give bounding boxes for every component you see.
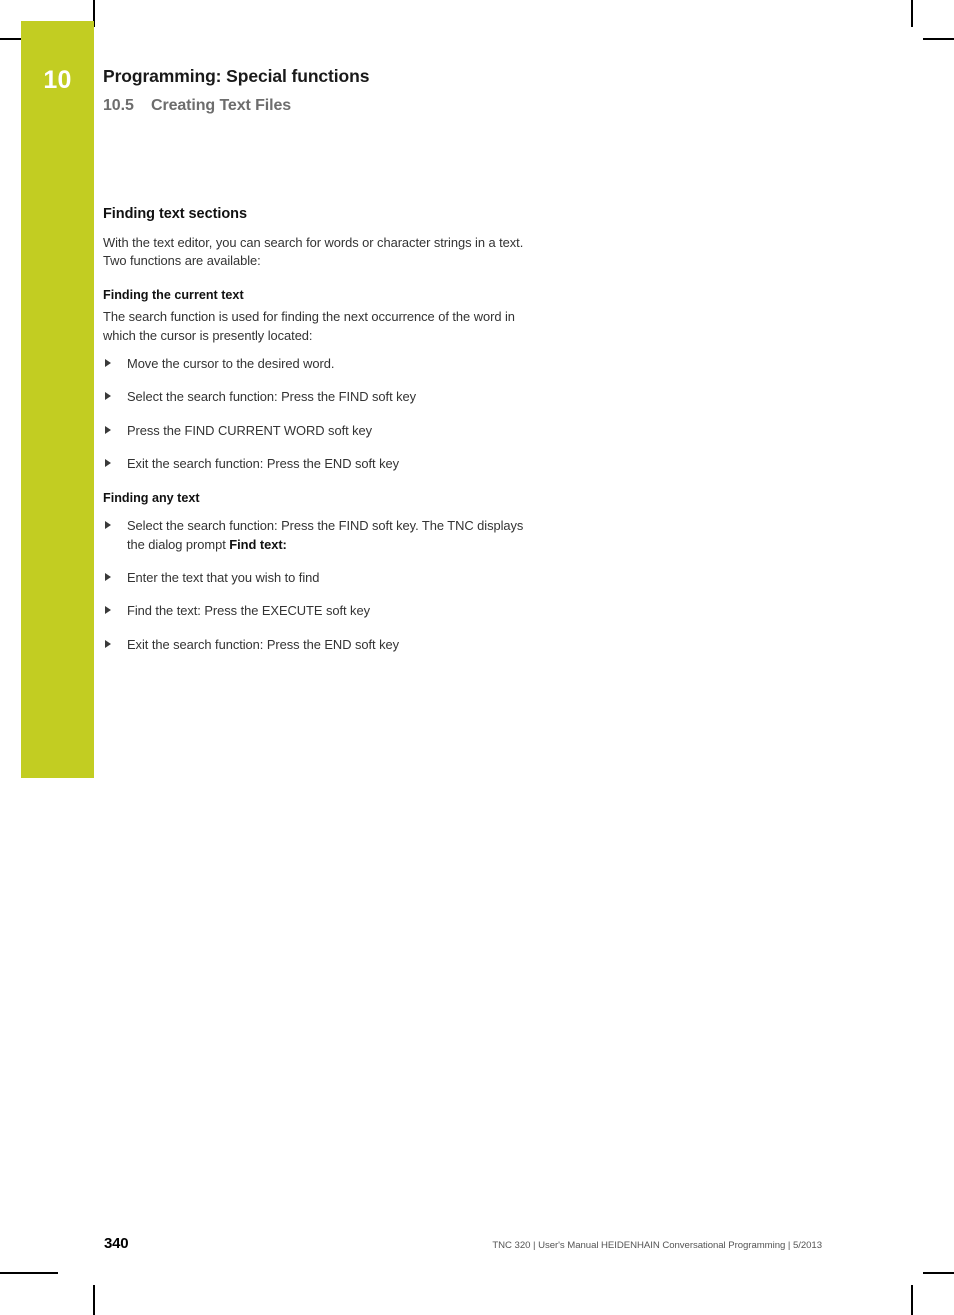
subheading-finding-current-text: Finding the current text [103, 288, 244, 303]
list-item: Find the text: Press the EXECUTE soft ke… [103, 602, 535, 620]
footer-imprint: TNC 320 | User's Manual HEIDENHAIN Conve… [492, 1240, 822, 1251]
section-number: 10.5 [103, 96, 134, 114]
crop-mark-bottom-right-vertical [911, 1285, 913, 1315]
list-item: Enter the text that you wish to find [103, 569, 535, 587]
list-item: Exit the search function: Press the END … [103, 636, 535, 654]
list-item: Select the search function: Press the FI… [103, 517, 535, 554]
list-item: Select the search function: Press the FI… [103, 388, 535, 406]
subheading-finding-any-text: Finding any text [103, 491, 200, 506]
dialog-prompt-label: Find text: [229, 536, 287, 552]
crop-mark-top-right-vertical [911, 0, 913, 27]
triangle-bullet-icon [105, 359, 111, 368]
chapter-number: 10 [43, 66, 72, 94]
triangle-bullet-icon [105, 459, 111, 468]
intro-paragraph: With the text editor, you can search for… [103, 234, 524, 269]
triangle-bullet-icon [105, 639, 111, 648]
page-title: Programming: Special functions [103, 66, 370, 86]
triangle-bullet-icon [105, 392, 111, 401]
section-title: Creating Text Files [151, 96, 292, 114]
triangle-bullet-icon [105, 521, 111, 530]
manual-page: 10 Programming: Special functions 10.5 C… [0, 0, 954, 1315]
crop-mark-top-right-horizontal [923, 38, 954, 40]
list-item-label: Find the text: Press the EXECUTE soft ke… [127, 603, 370, 619]
list-item-label: Press the FIND CURRENT WORD soft key [127, 422, 373, 438]
list-item-label: Exit the search function: Press the END … [127, 456, 400, 472]
list-item: Press the FIND CURRENT WORD soft key [103, 422, 535, 440]
chapter-tab: 10 [21, 21, 94, 778]
crop-mark-bottom-left-vertical [93, 1285, 95, 1315]
crop-mark-bottom-left-horizontal [0, 1272, 58, 1274]
triangle-bullet-icon [105, 572, 111, 581]
list-item-label: Select the search function: Press the FI… [127, 518, 524, 552]
running-head: Programming: Special functions 10.5 Crea… [103, 66, 863, 116]
list-item-label: Select the search function: Press the FI… [127, 389, 417, 405]
steps-finding-any-text: Select the search function: Press the FI… [103, 517, 535, 654]
triangle-bullet-icon [105, 606, 111, 615]
page-content: Finding text sections With the text edit… [103, 205, 535, 654]
paragraph-finding-current-text: The search function is used for finding … [103, 309, 515, 343]
steps-finding-current-text: Move the cursor to the desired word. Sel… [103, 355, 535, 473]
list-item: Exit the search function: Press the END … [103, 455, 535, 473]
list-item-label: Enter the text that you wish to find [127, 569, 320, 585]
list-item: Move the cursor to the desired word. [103, 355, 535, 373]
content-heading: Finding text sections [103, 206, 247, 222]
crop-mark-bottom-right-horizontal [923, 1272, 954, 1274]
section-subtitle: 10.5 Creating Text Files [103, 96, 863, 116]
triangle-bullet-icon [105, 425, 111, 434]
list-item-label: Move the cursor to the desired word. [127, 356, 335, 372]
list-item-label: Exit the search function: Press the END … [127, 636, 400, 652]
